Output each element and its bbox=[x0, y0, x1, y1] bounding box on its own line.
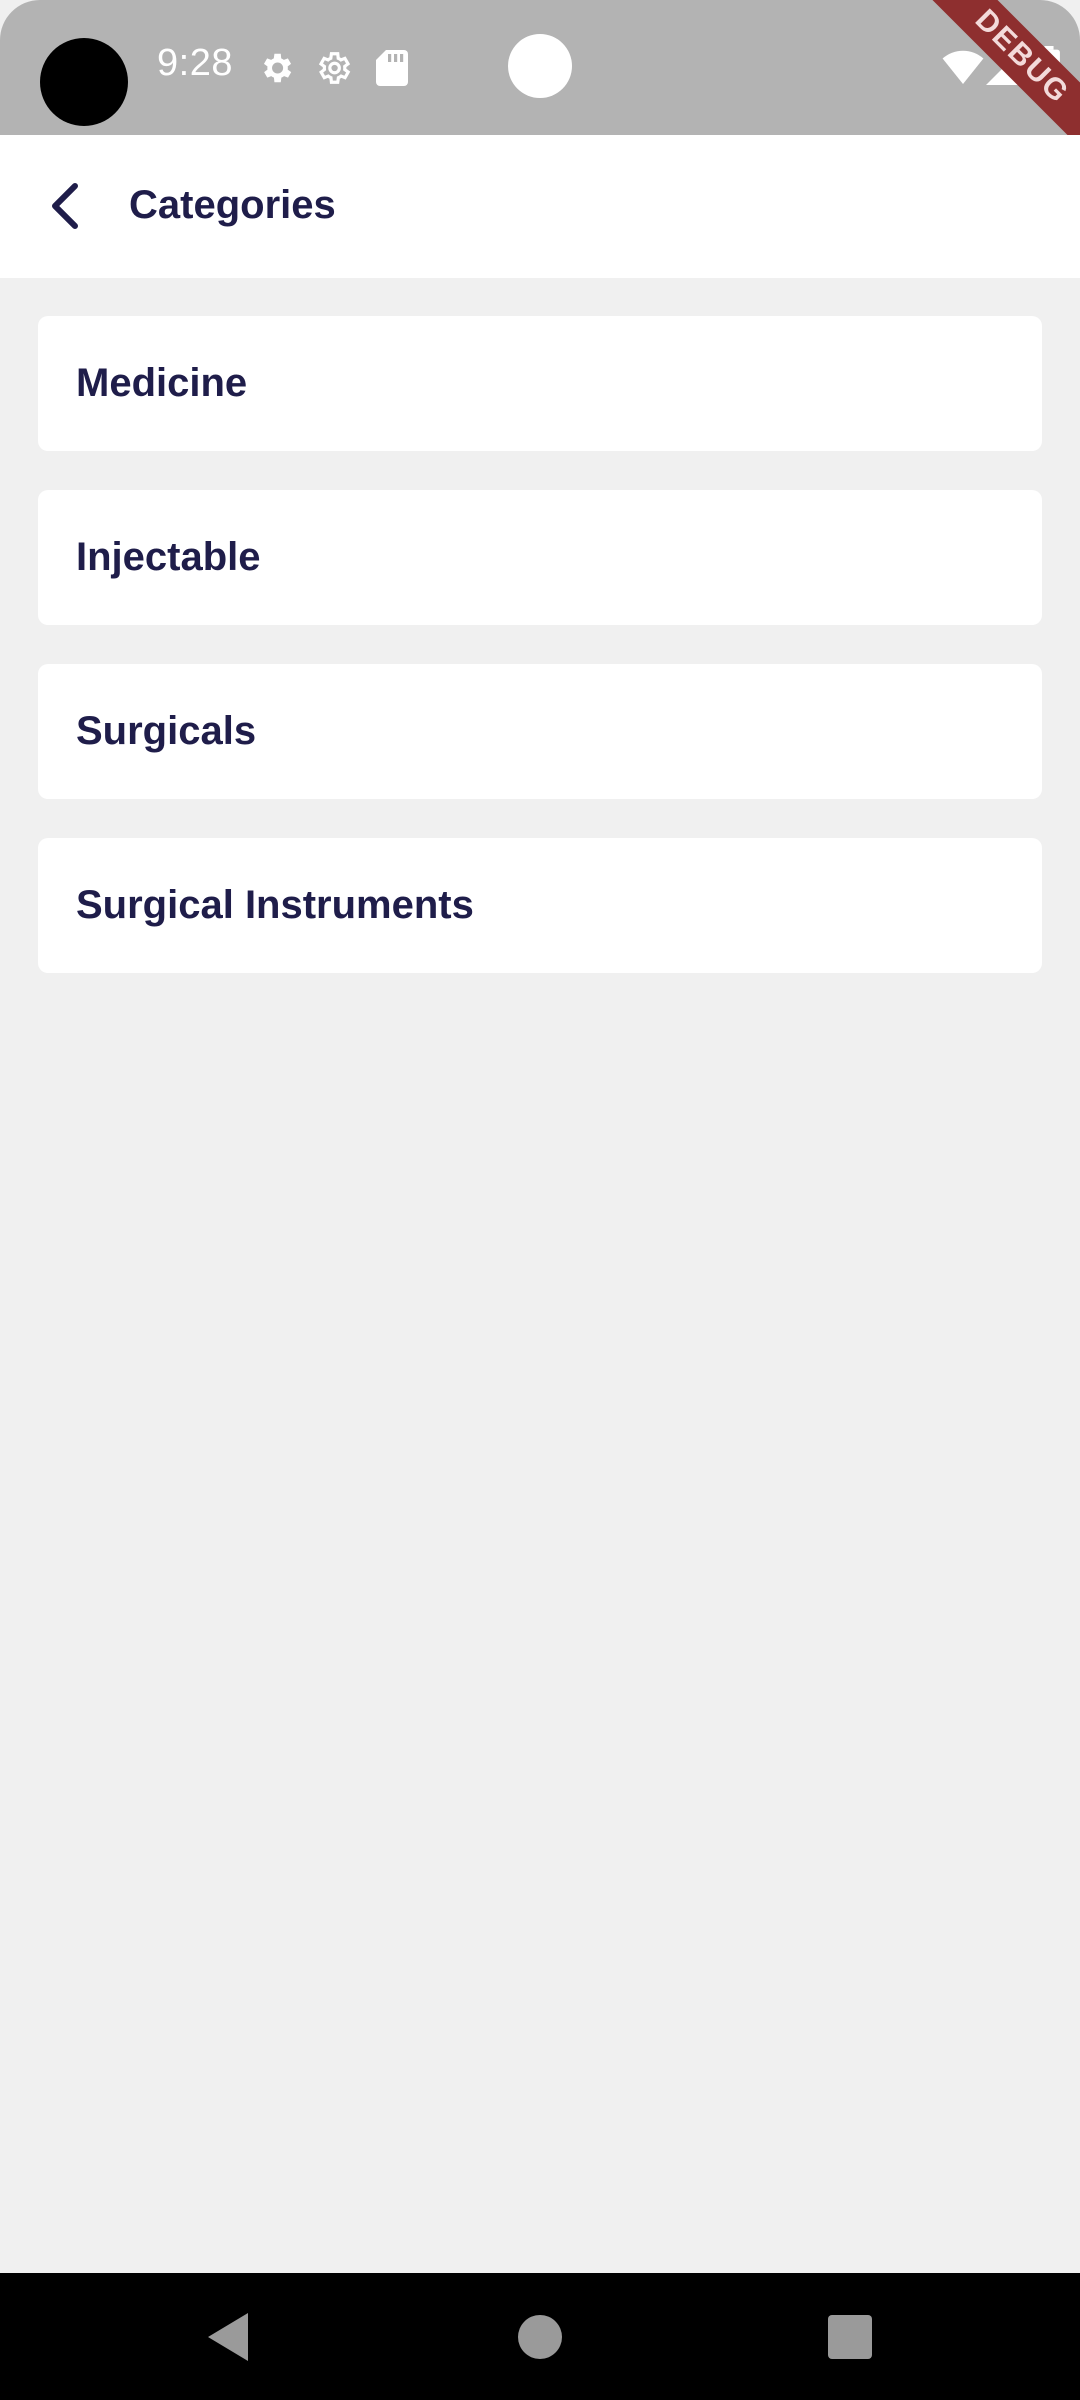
sd-card-icon bbox=[376, 50, 408, 86]
wifi-icon bbox=[942, 50, 984, 84]
system-nav-bar bbox=[0, 2273, 1080, 2400]
camera-cutout bbox=[40, 38, 128, 126]
category-item-surgicals[interactable]: Surgicals bbox=[38, 664, 1042, 799]
back-button[interactable] bbox=[30, 171, 100, 241]
category-label: Surgical Instruments bbox=[76, 883, 474, 927]
center-indicator bbox=[508, 34, 572, 98]
back-triangle-icon[interactable] bbox=[196, 2305, 260, 2369]
home-circle-icon[interactable] bbox=[508, 2305, 572, 2369]
page-title: Categories bbox=[129, 183, 336, 227]
category-label: Surgicals bbox=[76, 709, 257, 753]
chevron-left-icon bbox=[52, 183, 78, 229]
recents-square-icon[interactable] bbox=[818, 2305, 882, 2369]
category-label: Injectable bbox=[76, 535, 261, 579]
status-time: 9:28 bbox=[157, 42, 233, 84]
settings-icon bbox=[263, 53, 292, 83]
status-bar: 9:28 DEBUG bbox=[0, 0, 1080, 135]
category-item-surgical-instruments[interactable]: Surgical Instruments bbox=[38, 838, 1042, 973]
settings-outline-icon bbox=[318, 52, 351, 84]
category-list: Medicine Injectable Surgicals Surgical I… bbox=[38, 316, 1042, 1012]
category-label: Medicine bbox=[76, 361, 248, 405]
category-item-injectable[interactable]: Injectable bbox=[38, 490, 1042, 625]
app-bar: Categories bbox=[0, 135, 1080, 278]
category-item-medicine[interactable]: Medicine bbox=[38, 316, 1042, 451]
